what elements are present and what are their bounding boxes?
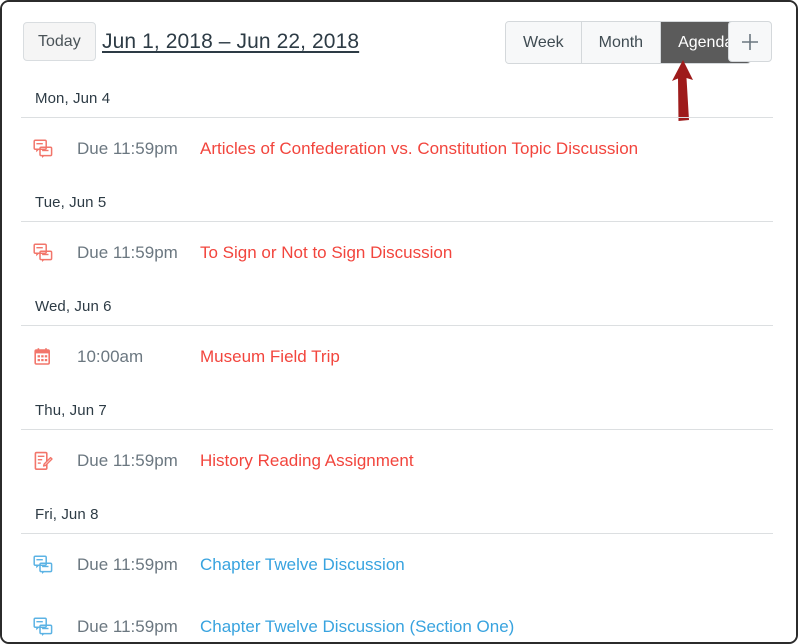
today-button-label: Today — [38, 32, 81, 50]
agenda-event-row[interactable]: Due 11:59pm Articles of Confederation vs… — [2, 118, 796, 180]
agenda-event-row[interactable]: Due 11:59pm To Sign or Not to Sign Discu… — [2, 222, 796, 284]
event-title-link[interactable]: To Sign or Not to Sign Discussion — [200, 243, 452, 263]
event-time: Due 11:59pm — [77, 139, 178, 158]
event-time: Due 11:59pm — [77, 555, 178, 574]
event-time: Due 11:59pm — [77, 243, 178, 262]
view-toggle-week[interactable]: Week — [506, 22, 582, 63]
agenda-day-group: Wed, Jun 6 10:00am Museum Field Trip — [2, 284, 796, 388]
agenda-event-row[interactable]: Due 11:59pm Chapter Twelve Discussion — [2, 534, 796, 596]
calendar-toolbar: Today Jun 1, 2018 – Jun 22, 2018 Week Mo… — [2, 2, 796, 121]
discussion-icon — [33, 243, 53, 263]
assignment-icon — [33, 451, 53, 471]
agenda-day-group: Tue, Jun 5 Due 11:59pm To Sign or Not to… — [2, 180, 796, 284]
add-event-button[interactable] — [728, 21, 772, 62]
screenshot-frame: Today Jun 1, 2018 – Jun 22, 2018 Week Mo… — [0, 0, 798, 644]
agenda-day-header: Mon, Jun 4 — [35, 90, 111, 107]
view-toggle-agenda-label: Agenda — [678, 33, 734, 51]
agenda-day-group: Thu, Jun 7 Due 11:59pm History Reading A… — [2, 388, 796, 492]
agenda-day-header: Thu, Jun 7 — [35, 402, 107, 419]
event-time: 10:00am — [77, 347, 144, 366]
agenda-event-row[interactable]: Due 11:59pm History Reading Assignment — [2, 430, 796, 492]
agenda-day-header: Fri, Jun 8 — [35, 506, 99, 523]
calendar-event-icon — [33, 347, 53, 367]
event-title-link[interactable]: Articles of Confederation vs. Constituti… — [200, 139, 638, 159]
event-title-link[interactable]: Chapter Twelve Discussion (Section One) — [200, 617, 514, 637]
event-time: Due 11:59pm — [77, 617, 178, 636]
discussion-icon — [33, 139, 53, 159]
plus-icon — [739, 31, 761, 53]
event-title-link[interactable]: Chapter Twelve Discussion — [200, 555, 405, 575]
agenda-list: Mon, Jun 4 Due 11:59pm Articles of Confe… — [2, 76, 796, 642]
view-toggle-month[interactable]: Month — [581, 22, 662, 63]
agenda-event-row[interactable]: 10:00am Museum Field Trip — [2, 326, 796, 388]
calendar-agenda-app: Today Jun 1, 2018 – Jun 22, 2018 Week Mo… — [2, 2, 796, 642]
event-title-link[interactable]: Museum Field Trip — [200, 347, 340, 367]
discussion-icon — [33, 617, 53, 637]
view-toggle-group: Week Month Agenda — [505, 21, 752, 64]
view-toggle-week-label: Week — [523, 33, 564, 51]
event-time: Due 11:59pm — [77, 451, 178, 470]
agenda-day-group: Mon, Jun 4 Due 11:59pm Articles of Confe… — [2, 76, 796, 180]
agenda-day-group: Fri, Jun 8 Due 11:59pm Chapter Twelve Di… — [2, 492, 796, 642]
event-title-link[interactable]: History Reading Assignment — [200, 451, 414, 471]
discussion-icon — [33, 555, 53, 575]
agenda-day-header: Tue, Jun 5 — [35, 194, 107, 211]
view-toggle-month-label: Month — [598, 33, 644, 51]
agenda-day-header: Wed, Jun 6 — [35, 298, 112, 315]
agenda-event-row[interactable]: Due 11:59pm Chapter Twelve Discussion (S… — [2, 596, 796, 642]
date-range-link[interactable]: Jun 1, 2018 – Jun 22, 2018 — [102, 30, 359, 54]
today-button[interactable]: Today — [23, 22, 96, 61]
